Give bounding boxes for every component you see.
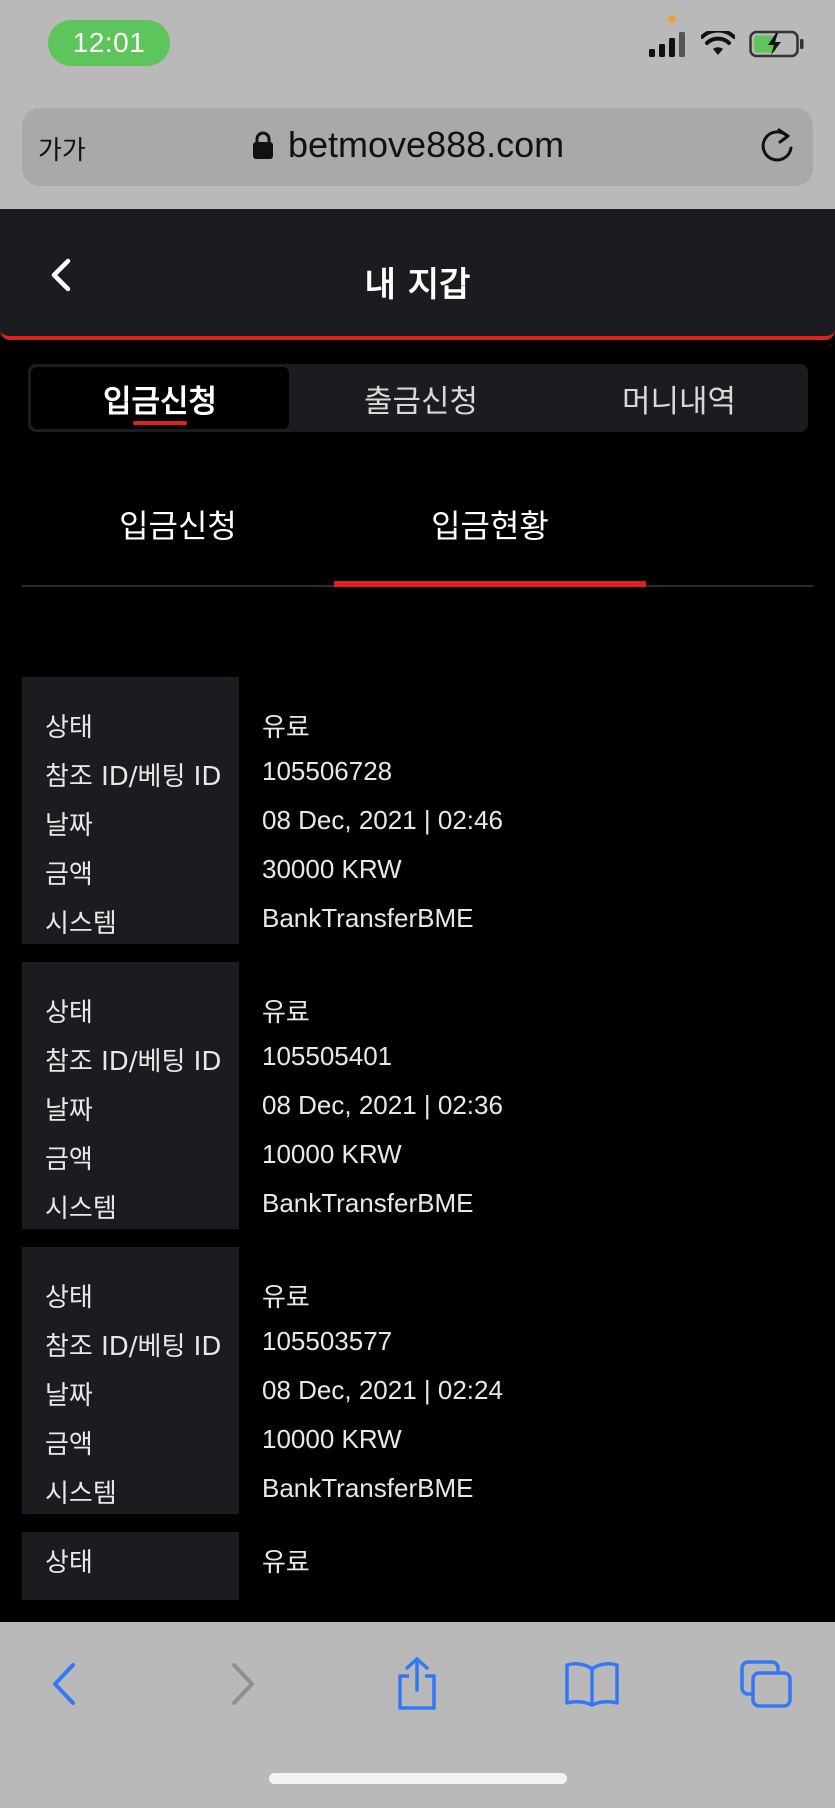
wifi-icon xyxy=(701,31,735,55)
label-date: 날짜 xyxy=(45,1096,93,1126)
active-subtab-indicator xyxy=(334,581,646,587)
tab-money-history[interactable]: 머니내역 xyxy=(550,364,808,432)
home-indicator xyxy=(269,1773,567,1784)
reload-icon[interactable] xyxy=(757,126,797,168)
subtab-label: 입금신청 xyxy=(119,506,237,545)
cellular-signal-icon xyxy=(649,32,685,57)
browser-back-button[interactable] xyxy=(34,1654,94,1714)
main-tabs: 입금신청 출금신청 머니내역 xyxy=(28,364,808,432)
label-status: 상태 xyxy=(45,1548,93,1578)
value-system: BankTransferBME xyxy=(262,1188,474,1218)
deposit-record: 상태 유료 참조 ID/베팅 ID 105503577 날짜 08 Dec, 2… xyxy=(22,1247,813,1514)
share-button[interactable] xyxy=(387,1654,447,1714)
battery-charging-icon xyxy=(749,30,804,58)
share-icon xyxy=(398,1657,436,1710)
status-time: 12:01 xyxy=(48,20,170,66)
value-system: BankTransferBME xyxy=(262,1473,474,1503)
label-system: 시스템 xyxy=(45,1194,117,1224)
privacy-indicator-dot xyxy=(668,15,676,23)
label-ref-id: 참조 ID/베팅 ID xyxy=(45,1047,222,1077)
tab-deposit-request[interactable]: 입금신청 xyxy=(31,367,289,429)
status-icons xyxy=(649,30,805,58)
browser-toolbar xyxy=(0,1622,835,1808)
value-date: 08 Dec, 2021 | 02:46 xyxy=(262,805,503,835)
url-display[interactable]: betmove888.com xyxy=(252,124,564,166)
value-amount: 10000 KRW xyxy=(262,1424,402,1454)
value-ref-id: 105503577 xyxy=(262,1326,393,1356)
value-ref-id: 105505401 xyxy=(262,1041,393,1071)
label-ref-id: 참조 ID/베팅 ID xyxy=(45,762,222,792)
subtab-deposit-request[interactable]: 입금신청 xyxy=(22,480,334,585)
value-date: 08 Dec, 2021 | 02:24 xyxy=(262,1375,503,1405)
page-title: 내 지갑 xyxy=(364,265,471,305)
subtab-deposit-status[interactable]: 입금현황 xyxy=(334,480,646,587)
label-status: 상태 xyxy=(45,998,93,1028)
lock-icon xyxy=(253,131,273,159)
value-status: 유료 xyxy=(262,1282,310,1312)
label-system: 시스템 xyxy=(45,1479,117,1509)
label-amount: 금액 xyxy=(45,860,93,890)
deposit-record: 상태 유료 참조 ID/베팅 ID 105506728 날짜 08 Dec, 2… xyxy=(22,677,813,944)
app-header: 내 지갑 xyxy=(0,209,835,340)
book-icon xyxy=(565,1662,619,1707)
label-amount: 금액 xyxy=(45,1430,93,1460)
tabs-icon xyxy=(740,1660,792,1708)
bookmarks-button[interactable] xyxy=(562,1654,622,1714)
tab-label: 머니내역 xyxy=(621,383,737,420)
status-bar: 12:01 xyxy=(0,0,835,92)
label-status: 상태 xyxy=(45,1283,93,1313)
deposit-records-list: 상태 유료 참조 ID/베팅 ID 105506728 날짜 08 Dec, 2… xyxy=(22,677,813,1532)
label-ref-id: 참조 ID/베팅 ID xyxy=(45,1332,222,1362)
label-date: 날짜 xyxy=(45,1381,93,1411)
tabs-button[interactable] xyxy=(736,1654,796,1714)
value-status: 유료 xyxy=(262,997,310,1027)
address-bar[interactable]: 가가 betmove888.com xyxy=(22,108,813,186)
deposit-record: 상태 유료 xyxy=(22,1532,813,1600)
arrow-forward-icon xyxy=(232,1663,254,1705)
label-date: 날짜 xyxy=(45,811,93,841)
subtab-label: 입금현황 xyxy=(431,506,549,545)
value-status: 유료 xyxy=(262,1547,310,1577)
value-date: 08 Dec, 2021 | 02:36 xyxy=(262,1090,503,1120)
value-system: BankTransferBME xyxy=(262,903,474,933)
label-amount: 금액 xyxy=(45,1145,93,1175)
tab-withdraw-request[interactable]: 출금신청 xyxy=(292,364,550,432)
sub-tabs: 입금신청 입금현황 xyxy=(22,480,813,587)
arrow-back-icon xyxy=(53,1663,75,1705)
value-amount: 30000 KRW xyxy=(262,854,402,884)
browser-address-area: 가가 betmove888.com xyxy=(0,92,835,209)
label-status: 상태 xyxy=(45,713,93,743)
tab-label: 입금신청 xyxy=(102,383,218,420)
browser-forward-button[interactable] xyxy=(213,1654,273,1714)
tab-label: 출금신청 xyxy=(363,383,479,420)
active-tab-indicator xyxy=(133,421,187,425)
value-ref-id: 105506728 xyxy=(262,756,393,786)
url-text: betmove888.com xyxy=(288,124,565,165)
value-status: 유료 xyxy=(262,712,310,742)
text-size-button[interactable]: 가가 xyxy=(38,130,86,167)
value-amount: 10000 KRW xyxy=(262,1139,402,1169)
deposit-record: 상태 유료 참조 ID/베팅 ID 105505401 날짜 08 Dec, 2… xyxy=(22,962,813,1229)
label-system: 시스템 xyxy=(45,909,117,939)
